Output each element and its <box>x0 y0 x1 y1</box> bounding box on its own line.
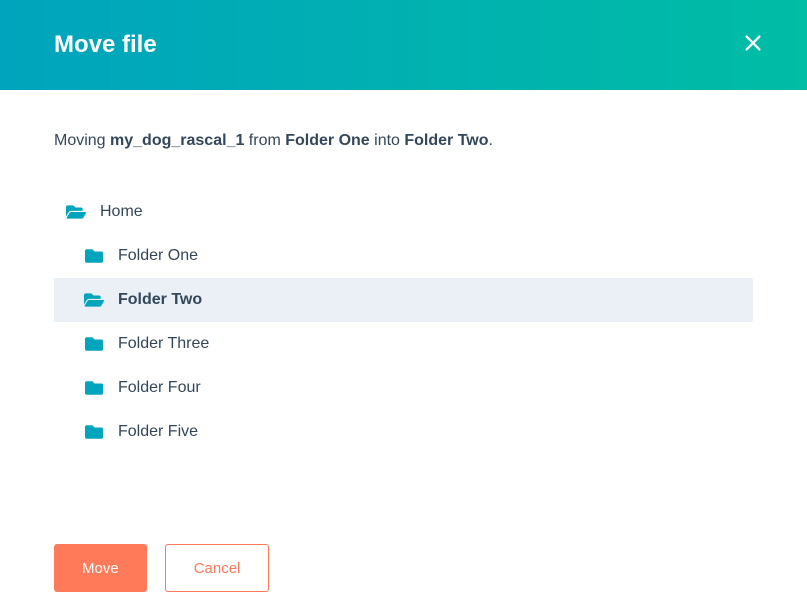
moving-description: Moving my_dog_rascal_1 from Folder One i… <box>54 132 753 150</box>
folder-icon <box>84 423 104 441</box>
cancel-button[interactable]: Cancel <box>165 544 270 592</box>
folder-label-home: Home <box>100 203 143 221</box>
moving-suffix: . <box>489 132 493 149</box>
modal-body: Moving my_dog_rascal_1 from Folder One i… <box>0 90 807 544</box>
close-button[interactable] <box>739 31 767 59</box>
folder-row-folder-three[interactable]: Folder Three <box>54 322 753 366</box>
moving-filename: my_dog_rascal_1 <box>110 132 244 149</box>
folder-row-folder-four[interactable]: Folder Four <box>54 366 753 410</box>
modal-header: Move file <box>0 0 807 90</box>
folder-icon <box>84 379 104 397</box>
folder-label: Folder Three <box>118 335 209 353</box>
folder-open-icon <box>66 203 86 221</box>
folder-row-folder-five[interactable]: Folder Five <box>54 410 753 454</box>
folder-tree: Home Folder One Folder Two Folder Three <box>54 190 753 454</box>
folder-label: Folder Five <box>118 423 198 441</box>
folder-label: Folder One <box>118 247 198 265</box>
close-icon <box>742 32 764 59</box>
folder-icon <box>84 335 104 353</box>
folder-row-home[interactable]: Home <box>54 190 753 234</box>
moving-middle2: into <box>370 132 405 149</box>
moving-dest-folder: Folder Two <box>404 132 488 149</box>
folder-row-folder-one[interactable]: Folder One <box>54 234 753 278</box>
moving-prefix: Moving <box>54 132 110 149</box>
folder-open-icon <box>84 291 104 309</box>
moving-middle1: from <box>244 132 285 149</box>
modal-footer: Move Cancel <box>0 544 807 592</box>
moving-source-folder: Folder One <box>285 132 369 149</box>
folder-label: Folder Four <box>118 379 201 397</box>
folder-row-folder-two[interactable]: Folder Two <box>54 278 753 322</box>
folder-icon <box>84 247 104 265</box>
move-button[interactable]: Move <box>54 544 147 592</box>
folder-label: Folder Two <box>118 291 202 309</box>
modal-title: Move file <box>54 31 157 59</box>
